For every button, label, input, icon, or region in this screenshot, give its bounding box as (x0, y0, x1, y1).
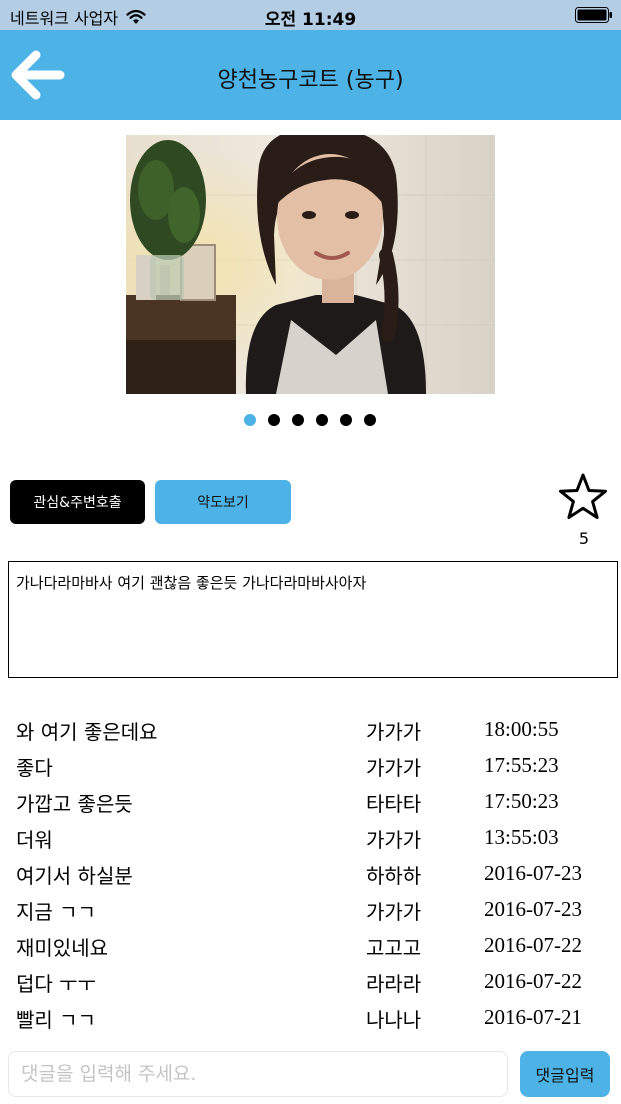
comment-row: 여기서 하실분 하하하 2016-07-23 (0, 856, 621, 892)
status-bar: 네트워크 사업자 오전 11:49 (0, 0, 621, 30)
star-icon (559, 473, 607, 519)
star-button[interactable] (558, 472, 608, 522)
battery-icon (575, 7, 612, 23)
pager-dot[interactable] (268, 414, 280, 426)
comment-row: 덥다 ㅜㅜ 라라라 2016-07-22 (0, 964, 621, 1000)
comment-time: 2016-07-22 (484, 933, 582, 957)
comment-row: 와 여기 좋은데요 가가가 18:00:55 (0, 712, 621, 748)
comment-row: 좋다 가가가 17:55:23 (0, 748, 621, 784)
comment-text: 좋다 (16, 756, 53, 780)
comment-text: 빨리 ㄱㄱ (16, 1008, 96, 1032)
comment-author: 가가가 (366, 720, 422, 744)
comment-author: 고고고 (366, 936, 422, 960)
comment-text: 가깝고 좋은듯 (16, 792, 133, 816)
comment-time: 17:55:23 (484, 753, 559, 777)
comment-text: 재미있네요 (16, 936, 108, 960)
photo-image (126, 135, 495, 394)
comment-author: 가가가 (366, 828, 422, 852)
comment-time: 13:55:03 (484, 825, 559, 849)
nav-bar: 양천농구코트 (농구) (0, 30, 621, 120)
pager-dot[interactable] (292, 414, 304, 426)
pager-dot[interactable] (364, 414, 376, 426)
comment-list: 와 여기 좋은데요 가가가 18:00:55 좋다 가가가 17:55:23 가… (0, 712, 621, 1036)
page-title: 양천농구코트 (농구) (217, 68, 404, 93)
comment-author: 타타타 (366, 792, 422, 816)
submit-comment-button[interactable]: 댓글입력 (520, 1051, 610, 1097)
comment-author: 하하하 (366, 864, 422, 888)
comment-row: 더워 가가가 13:55:03 (0, 820, 621, 856)
comment-row: 빨리 ㄱㄱ 나나나 2016-07-21 (0, 1000, 621, 1036)
comment-text: 지금 ㄱㄱ (16, 900, 96, 924)
interest-call-button[interactable]: 관심&주변호출 (10, 480, 145, 524)
comment-text: 여기서 하실분 (16, 864, 133, 888)
comment-row: 지금 ㄱㄱ 가가가 2016-07-23 (0, 892, 621, 928)
comment-time: 17:50:23 (484, 789, 559, 813)
pager-dot[interactable] (340, 414, 352, 426)
comment-text: 와 여기 좋은데요 (16, 720, 158, 744)
comment-author: 나나나 (366, 1008, 422, 1032)
pager-dot[interactable] (316, 414, 328, 426)
court-photo[interactable] (126, 135, 495, 394)
comment-row: 가깝고 좋은듯 타타타 17:50:23 (0, 784, 621, 820)
comment-author: 라라라 (366, 972, 422, 996)
image-pager (0, 414, 621, 428)
comment-text: 더워 (16, 828, 53, 852)
comment-author: 가가가 (366, 756, 422, 780)
status-time: 오전 11:49 (264, 10, 357, 30)
comment-time: 2016-07-23 (484, 861, 582, 885)
comment-time: 2016-07-23 (484, 897, 582, 921)
comment-text: 덥다 ㅜㅜ (16, 972, 96, 996)
comment-input-bar: 댓글입력 (0, 1040, 621, 1104)
comment-time: 18:00:55 (484, 717, 559, 741)
comment-row: 재미있네요 고고고 2016-07-22 (0, 928, 621, 964)
view-map-button[interactable]: 약도보기 (155, 480, 291, 524)
comment-input[interactable] (8, 1051, 508, 1097)
comment-time: 2016-07-21 (484, 1005, 582, 1029)
pager-dot[interactable] (244, 414, 256, 426)
description-box: 가나다라마바사 여기 괜찮음 좋은듯 가나다라마바사아자 (8, 561, 618, 678)
star-count: 5 (578, 529, 590, 548)
comment-time: 2016-07-22 (484, 969, 582, 993)
comment-author: 가가가 (366, 900, 422, 924)
